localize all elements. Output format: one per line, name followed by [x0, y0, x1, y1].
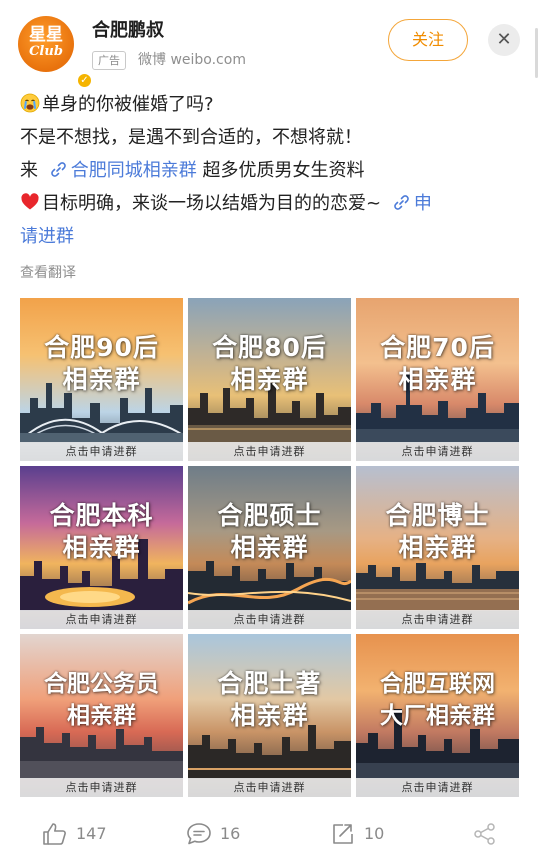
tile-title: 合肥90后 相亲群 [44, 333, 159, 394]
post-header: 星星 Club ✓ 合肥鹏叔 广告 微博 weibo.com 关注 ✕ [0, 0, 540, 89]
comment-count: 16 [220, 824, 241, 843]
scrollbar[interactable] [535, 28, 538, 78]
like-count: 147 [76, 824, 107, 843]
crying-face-emoji-icon [20, 93, 40, 113]
apply-cta[interactable]: 点击申请进群 [188, 778, 351, 797]
post-text-line-1: 单身的你被催婚了吗? [42, 94, 214, 115]
avatar[interactable]: 星星 Club ✓ [18, 16, 93, 89]
apply-link-start[interactable]: 申 [414, 193, 432, 214]
post-text-prefix: 来 [20, 160, 38, 181]
follow-button[interactable]: 关注 [388, 19, 468, 61]
close-icon[interactable]: ✕ [488, 24, 520, 56]
post-source: 微博 weibo.com [138, 52, 246, 68]
apply-cta[interactable]: 点击申请进群 [356, 778, 519, 797]
action-bar: 147 16 10 [0, 812, 540, 856]
grid-image[interactable]: 合肥公务员 相亲群 点击申请进群 [20, 634, 183, 797]
tile-title: 合肥互联网 大厂相亲群 [380, 671, 495, 729]
link-icon [50, 162, 66, 177]
post-text-suffix: 超多优质男女生资料 [202, 160, 365, 181]
grid-image[interactable]: 合肥80后 相亲群 点击申请进群 [188, 298, 351, 461]
verified-badge-icon: ✓ [76, 72, 93, 89]
comment-button[interactable]: 16 [186, 820, 256, 848]
red-heart-emoji-icon [21, 193, 39, 210]
tile-title: 合肥80后 相亲群 [212, 333, 327, 394]
thumbs-up-icon [43, 823, 66, 845]
grid-image[interactable]: 合肥土著 相亲群 点击申请进群 [188, 634, 351, 797]
post-body: 单身的你被催婚了吗? 不是不想找，是遇不到合适的，不想将就！ 来 合肥同城相亲群… [20, 88, 520, 253]
apply-cta[interactable]: 点击申请进群 [356, 610, 519, 629]
translate-link[interactable]: 查看翻译 [20, 262, 76, 282]
apply-cta[interactable]: 点击申请进群 [20, 442, 183, 461]
grid-image[interactable]: 合肥本科 相亲群 点击申请进群 [20, 466, 183, 629]
comment-icon [187, 823, 211, 845]
like-button[interactable]: 147 [42, 820, 122, 848]
repost-count: 10 [364, 824, 385, 843]
share-icon [474, 823, 495, 845]
post-line: 单身的你被催婚了吗? [20, 88, 520, 121]
tile-title: 合肥70后 相亲群 [380, 333, 495, 394]
tile-title: 合肥硕士 相亲群 [217, 501, 322, 562]
tile-title: 合肥公务员 相亲群 [44, 671, 159, 729]
grid-image[interactable]: 合肥互联网 大厂相亲群 点击申请进群 [356, 634, 519, 797]
apply-cta[interactable]: 点击申请进群 [20, 778, 183, 797]
avatar-logo-text: 星星 [29, 25, 63, 45]
repost-icon [333, 824, 353, 844]
post-line: 来 合肥同城相亲群 超多优质男女生资料 [20, 154, 520, 187]
tile-title: 合肥博士 相亲群 [385, 501, 490, 562]
post-line: 目标明确，来谈一场以结婚为目的的恋爱~ 申 [20, 187, 520, 220]
repost-button[interactable]: 10 [330, 820, 400, 848]
link-icon [394, 195, 409, 210]
username[interactable]: 合肥鹏叔 [92, 16, 164, 42]
post-text-line-2: 不是不想找，是遇不到合适的，不想将就！ [20, 127, 362, 148]
share-button[interactable] [472, 820, 500, 848]
group-link[interactable]: 合肥同城相亲群 [71, 160, 197, 181]
grid-image[interactable]: 合肥硕士 相亲群 点击申请进群 [188, 466, 351, 629]
post-text-line-4: 目标明确，来谈一场以结婚为目的的恋爱~ [42, 193, 382, 214]
apply-link-end[interactable]: 请进群 [20, 220, 520, 253]
apply-cta[interactable]: 点击申请进群 [188, 610, 351, 629]
apply-cta[interactable]: 点击申请进群 [188, 442, 351, 461]
tile-title: 合肥本科 相亲群 [49, 501, 154, 562]
ad-badge: 广告 [92, 51, 126, 70]
apply-cta[interactable]: 点击申请进群 [356, 442, 519, 461]
apply-cta[interactable]: 点击申请进群 [20, 610, 183, 629]
image-grid: 合肥90后 相亲群 点击申请进群 合肥80后 相亲群 点击申请进群 合肥70后 相亲群… [20, 298, 520, 798]
avatar-logo-subtext: Club [29, 44, 63, 59]
grid-image[interactable]: 合肥博士 相亲群 点击申请进群 [356, 466, 519, 629]
grid-image[interactable]: 合肥90后 相亲群 点击申请进群 [20, 298, 183, 461]
grid-image[interactable]: 合肥70后 相亲群 点击申请进群 [356, 298, 519, 461]
tile-title: 合肥土著 相亲群 [217, 669, 322, 730]
